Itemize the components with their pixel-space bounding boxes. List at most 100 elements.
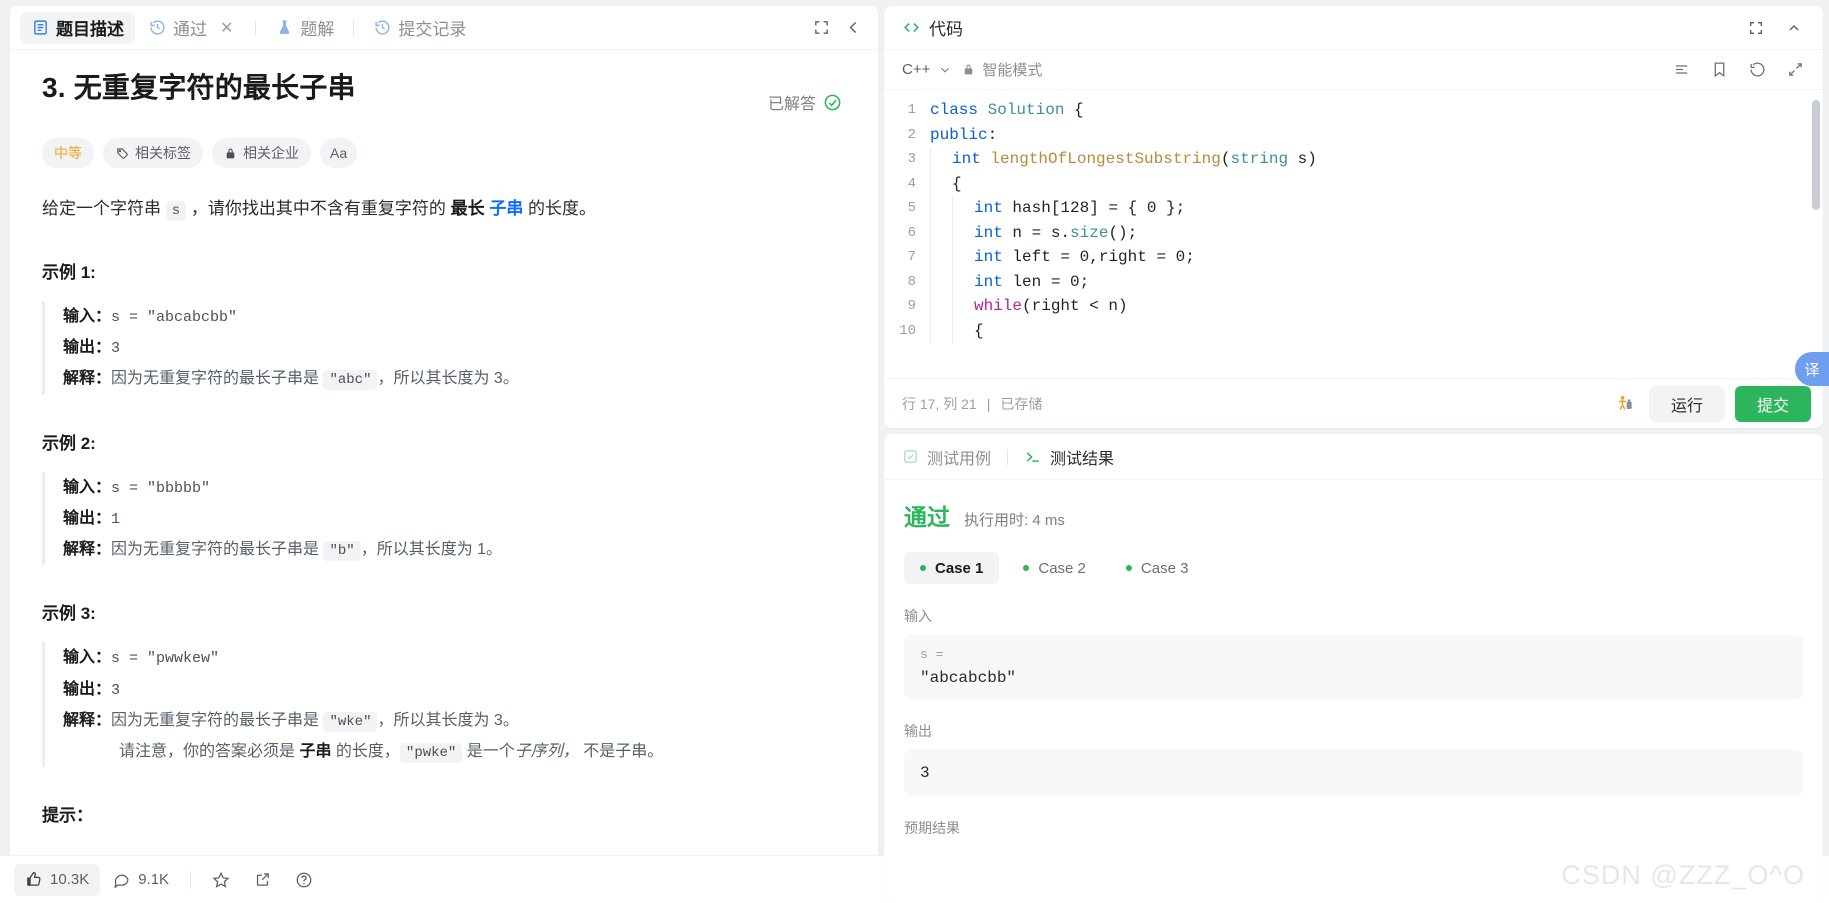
code-fade — [884, 360, 1823, 378]
output-value: 3 — [920, 764, 930, 782]
page-title: 3. 无重复字符的最长子串 — [42, 72, 356, 103]
case-tab-2-label: Case 2 — [1038, 559, 1086, 577]
code-editor[interactable]: 1 class Solution {2 public: 3 int lengthOfLo… — [884, 90, 1823, 378]
hints-title: 提示： — [42, 806, 93, 826]
like-button[interactable]: 10.3K — [14, 863, 101, 896]
indent-guide — [952, 294, 953, 319]
example-3-title: 示例 3: — [42, 604, 96, 624]
input-box: s = "abcabcbb" — [904, 635, 1803, 699]
case-tab-1[interactable]: Case 1 — [904, 552, 1000, 584]
code-line: 7 int left = 0,right = 0; — [884, 245, 1823, 270]
tab-testcase[interactable]: 测试用例 — [902, 445, 991, 469]
translate-button[interactable]: Aa — [320, 138, 358, 168]
test-tabbar: 测试用例 测试结果 — [884, 434, 1823, 480]
editor-scrollbar[interactable] — [1812, 100, 1820, 210]
explain2-italic: 子序列， — [514, 743, 579, 761]
indent-guide — [930, 318, 931, 343]
related-tags-label: 相关标签 — [135, 145, 191, 161]
debug-run-icon[interactable] — [1611, 390, 1639, 418]
example-2-explain-row: 解释：因为无重复字符的最长子串是 "b" ，所以其长度为 1。 — [63, 534, 842, 565]
example-2-title: 示例 2: — [42, 433, 96, 453]
input-value: s = "pwwkew" — [111, 650, 220, 668]
explain-chip: "abc" — [323, 370, 378, 391]
thumbs-up-icon — [25, 871, 42, 888]
input-key: s = — [920, 647, 944, 662]
reset-icon[interactable] — [1743, 56, 1771, 84]
line-number: 4 — [907, 175, 916, 192]
history-icon — [148, 19, 166, 37]
case-tab-1-label: Case 1 — [935, 559, 984, 577]
input-section-label: 输入 — [904, 608, 932, 624]
code-line: 2 public: — [884, 123, 1823, 148]
expected-section-label: 预期结果 — [904, 820, 960, 836]
difficulty-badge[interactable]: 中等 — [42, 138, 94, 168]
run-button[interactable]: 运行 — [1648, 385, 1725, 422]
case-tab-3-label: Case 3 — [1140, 559, 1189, 577]
tab-passed[interactable]: 通过 ✕ — [137, 12, 247, 44]
code-panel-header: 代码 — [884, 6, 1823, 50]
explain-pre: 因为无重复字符的最长子串是 — [111, 370, 324, 388]
tab-solutions[interactable]: 题解 — [264, 12, 345, 44]
smart-mode-toggle[interactable]: 智能模式 — [962, 59, 1042, 80]
submit-button[interactable]: 提交 — [1734, 385, 1811, 422]
explain-pre: 因为无重复字符的最长子串是 — [111, 541, 324, 559]
case-tab-3[interactable]: Case 3 — [1110, 552, 1205, 584]
expand-icon[interactable] — [1741, 13, 1771, 43]
example-1-title: 示例 1: — [42, 262, 96, 282]
translate-float-button[interactable]: 译 — [1795, 352, 1829, 386]
example-2-input-row: 输入：s = "bbbbb" — [63, 472, 842, 503]
chevron-up-icon[interactable] — [1779, 13, 1809, 43]
fullscreen-icon[interactable] — [1781, 56, 1809, 84]
tab-divider — [255, 19, 257, 36]
input-value: s = "bbbbb" — [111, 479, 211, 497]
related-companies-label: 相关企业 — [243, 145, 299, 161]
tab-solutions-label: 题解 — [300, 20, 335, 39]
related-companies-button[interactable]: 相关企业 — [212, 138, 311, 168]
example-3-explain-row-2: 请注意，你的答案必须是 子串 的长度， "pwke" 是一个子序列， 不是子串。 — [63, 736, 842, 767]
desc-link[interactable]: 子串 — [489, 199, 523, 218]
format-icon[interactable] — [1667, 56, 1695, 84]
example-3-input-row: 输入：s = "pwwkew" — [63, 642, 842, 673]
editor-status-row: 行 17, 列 21 | 已存储 运行 提交 — [884, 378, 1823, 901]
related-tags-button[interactable]: 相关标签 — [103, 138, 203, 168]
desc-suffix: 的长度。 — [523, 199, 597, 218]
star-button[interactable] — [201, 864, 241, 896]
desc-var: s — [165, 201, 187, 221]
desc-prefix: 给定一个字符串 — [42, 199, 166, 218]
lock-icon — [962, 63, 975, 76]
history-icon — [373, 19, 391, 37]
case-tabs: Case 1 Case 2 Case 3 — [904, 552, 1803, 584]
language-label: C++ — [902, 61, 931, 78]
close-icon[interactable]: ✕ — [217, 18, 236, 38]
indent-guide — [952, 318, 953, 343]
example-1-explain-row: 解释：因为无重复字符的最长子串是 "abc" ，所以其长度为 3。 — [63, 363, 842, 394]
chevron-left-icon[interactable] — [838, 13, 868, 43]
tab-description[interactable]: 题目描述 — [20, 11, 135, 44]
tab-testresult[interactable]: 测试结果 — [1024, 445, 1114, 469]
help-button[interactable] — [284, 864, 324, 896]
explain-pre: 因为无重复字符的最长子串是 — [111, 711, 324, 729]
share-button[interactable] — [243, 864, 282, 896]
code-line: 6 int n = s.size(); — [884, 220, 1823, 245]
tag-icon — [115, 146, 129, 160]
cursor-position: 行 17, 列 21 — [902, 395, 977, 412]
code-lines: 1 class Solution {2 public: 3 int lengthOfLo… — [884, 98, 1823, 343]
indent-guide — [930, 245, 931, 270]
code-line: 5 int hash[128] = { 0 }; — [884, 196, 1823, 221]
status-dot-icon — [1125, 565, 1132, 571]
tab-submissions[interactable]: 提交记录 — [362, 12, 477, 44]
explain-label: 解释： — [63, 541, 112, 559]
example-2-block: 输入：s = "bbbbb" 输出：1 解释：因为无重复字符的最长子串是 "b"… — [42, 471, 842, 566]
language-selector[interactable]: C++ — [902, 61, 952, 78]
code-brackets-icon — [902, 18, 921, 37]
flask-icon — [275, 19, 293, 37]
test-tab-divider — [1007, 448, 1009, 465]
chevron-down-icon — [938, 63, 952, 77]
comment-button[interactable]: 9.1K — [102, 864, 180, 896]
bookmark-icon[interactable] — [1705, 56, 1733, 84]
line-number: 1 — [907, 102, 916, 119]
output-section-label: 输出 — [904, 723, 932, 739]
case-tab-2[interactable]: Case 2 — [1007, 552, 1102, 584]
code-text: int len = 0; — [974, 272, 1090, 291]
expand-icon[interactable] — [806, 13, 836, 43]
